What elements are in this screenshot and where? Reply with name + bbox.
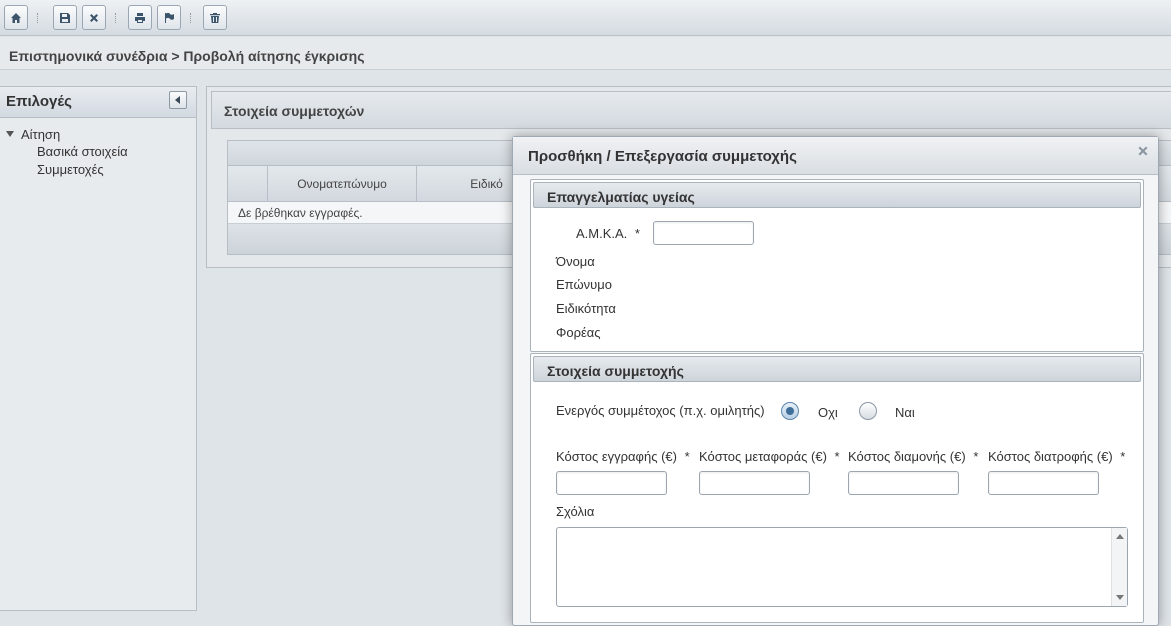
radio-yes[interactable]	[859, 402, 877, 420]
caret-down-icon[interactable]	[6, 130, 14, 138]
close-icon	[90, 13, 98, 22]
transport-cost-label-text: Κόστος μεταφοράς (€)	[699, 449, 827, 464]
breadcrumb-bar: Επιστημονικά συνέδρια > Προβολή αίτησης …	[0, 37, 1171, 70]
radio-no-label[interactable]: Οχι	[818, 405, 838, 420]
home-button[interactable]	[4, 5, 28, 30]
accommodation-cost-label: Κόστος διαμονής (€) *	[848, 449, 978, 464]
accommodation-cost-label-text: Κόστος διαμονής (€)	[848, 449, 966, 464]
breadcrumb: Επιστημονικά συνέδρια > Προβολή αίτησης …	[9, 48, 365, 64]
flag-button[interactable]	[157, 5, 181, 30]
required-mark: *	[684, 449, 690, 464]
sidebar-collapse-button[interactable]	[169, 91, 187, 109]
required-mark: *	[1120, 449, 1126, 464]
section-title: Επαγγελματίας υγείας	[547, 189, 695, 205]
print-icon	[135, 12, 145, 23]
toolbar	[0, 0, 1171, 36]
cancel-button[interactable]	[82, 5, 106, 30]
participation-dialog: Προσθήκη / Επεξεργασία συμμετοχής Επαγγε…	[512, 136, 1159, 626]
name-label: Όνομα	[556, 254, 595, 269]
registration-cost-label: Κόστος εγγραφής (€) *	[556, 449, 690, 464]
meals-cost-label-text: Κόστος διατροφής (€)	[988, 449, 1113, 464]
comments-scrollbar[interactable]	[1111, 528, 1127, 606]
grid-column-select[interactable]	[228, 166, 268, 201]
meals-cost-input[interactable]	[988, 471, 1099, 495]
tree-item-label: Αίτηση	[21, 126, 61, 142]
panel-header: Στοιχεία συμμετοχών	[211, 91, 1171, 129]
tree-item-participations[interactable]: Συμμετοχές	[6, 161, 128, 179]
tree-item-application[interactable]: Αίτηση	[6, 125, 128, 143]
panel-title: Στοιχεία συμμετοχών	[224, 103, 365, 119]
sidebar-header: Επιλογές	[0, 87, 196, 118]
toolbar-separator	[37, 13, 39, 23]
section-header: Επαγγελματίας υγείας	[533, 182, 1141, 208]
required-mark: *	[973, 449, 979, 464]
save-button[interactable]	[53, 5, 77, 30]
sidebar-tree: Αίτηση Βασικά στοιχεία Συμμετοχές	[6, 125, 128, 179]
amka-input[interactable]	[653, 221, 754, 245]
comments-text	[557, 528, 1127, 536]
participation-details-section: Στοιχεία συμμετοχής Ενεργός συμμέτοχος (…	[530, 353, 1144, 623]
chevron-left-icon	[175, 96, 180, 104]
transport-cost-input[interactable]	[699, 471, 810, 495]
required-mark: *	[834, 449, 840, 464]
amka-label-text: Α.Μ.Κ.Α.	[576, 226, 628, 241]
comments-textarea[interactable]	[556, 527, 1128, 607]
amka-label: Α.Μ.Κ.Α. *	[576, 226, 640, 241]
dialog-close-button[interactable]	[1137, 145, 1151, 159]
surname-label: Επώνυμο	[556, 277, 612, 292]
accommodation-cost-input[interactable]	[848, 471, 959, 495]
toolbar-separator	[190, 13, 192, 23]
transport-cost-label: Κόστος μεταφοράς (€) *	[699, 449, 840, 464]
sidebar-title: Επιλογές	[6, 93, 72, 110]
print-button[interactable]	[128, 5, 152, 30]
specialty-label: Ειδικότητα	[556, 301, 616, 316]
section-header: Στοιχεία συμμετοχής	[533, 356, 1141, 382]
registration-cost-label-text: Κόστος εγγραφής (€)	[556, 449, 677, 464]
scroll-down-icon[interactable]	[1116, 595, 1124, 600]
scroll-up-icon[interactable]	[1116, 534, 1124, 539]
trash-icon	[210, 12, 220, 23]
tree-item-basic-info[interactable]: Βασικά στοιχεία	[6, 143, 128, 161]
grid-column-fullname[interactable]: Ονοματεπώνυμο	[268, 166, 417, 201]
radio-yes-label[interactable]: Ναι	[895, 405, 915, 420]
home-icon	[11, 12, 21, 23]
flag-icon	[165, 12, 174, 23]
meals-cost-label: Κόστος διατροφής (€) *	[988, 449, 1125, 464]
health-professional-section: Επαγγελματίας υγείας Α.Μ.Κ.Α. * Όνομα Επ…	[530, 179, 1144, 352]
close-icon	[1138, 146, 1148, 156]
comments-label: Σχόλια	[556, 504, 595, 519]
organization-label: Φορέας	[556, 325, 601, 340]
required-mark: *	[634, 226, 640, 241]
sidebar: Επιλογές Αίτηση Βασικά στοιχεία Συμμετοχ…	[0, 86, 197, 611]
radio-no[interactable]	[781, 402, 799, 420]
save-icon	[60, 12, 70, 23]
toolbar-separator	[115, 13, 117, 23]
dialog-titlebar[interactable]: Προσθήκη / Επεξεργασία συμμετοχής	[513, 137, 1158, 175]
section-title: Στοιχεία συμμετοχής	[547, 363, 684, 379]
registration-cost-input[interactable]	[556, 471, 667, 495]
delete-button[interactable]	[203, 5, 227, 30]
active-participant-label: Ενεργός συμμέτοχος (π.χ. ομιλητής)	[556, 403, 765, 418]
dialog-title: Προσθήκη / Επεξεργασία συμμετοχής	[528, 148, 797, 165]
